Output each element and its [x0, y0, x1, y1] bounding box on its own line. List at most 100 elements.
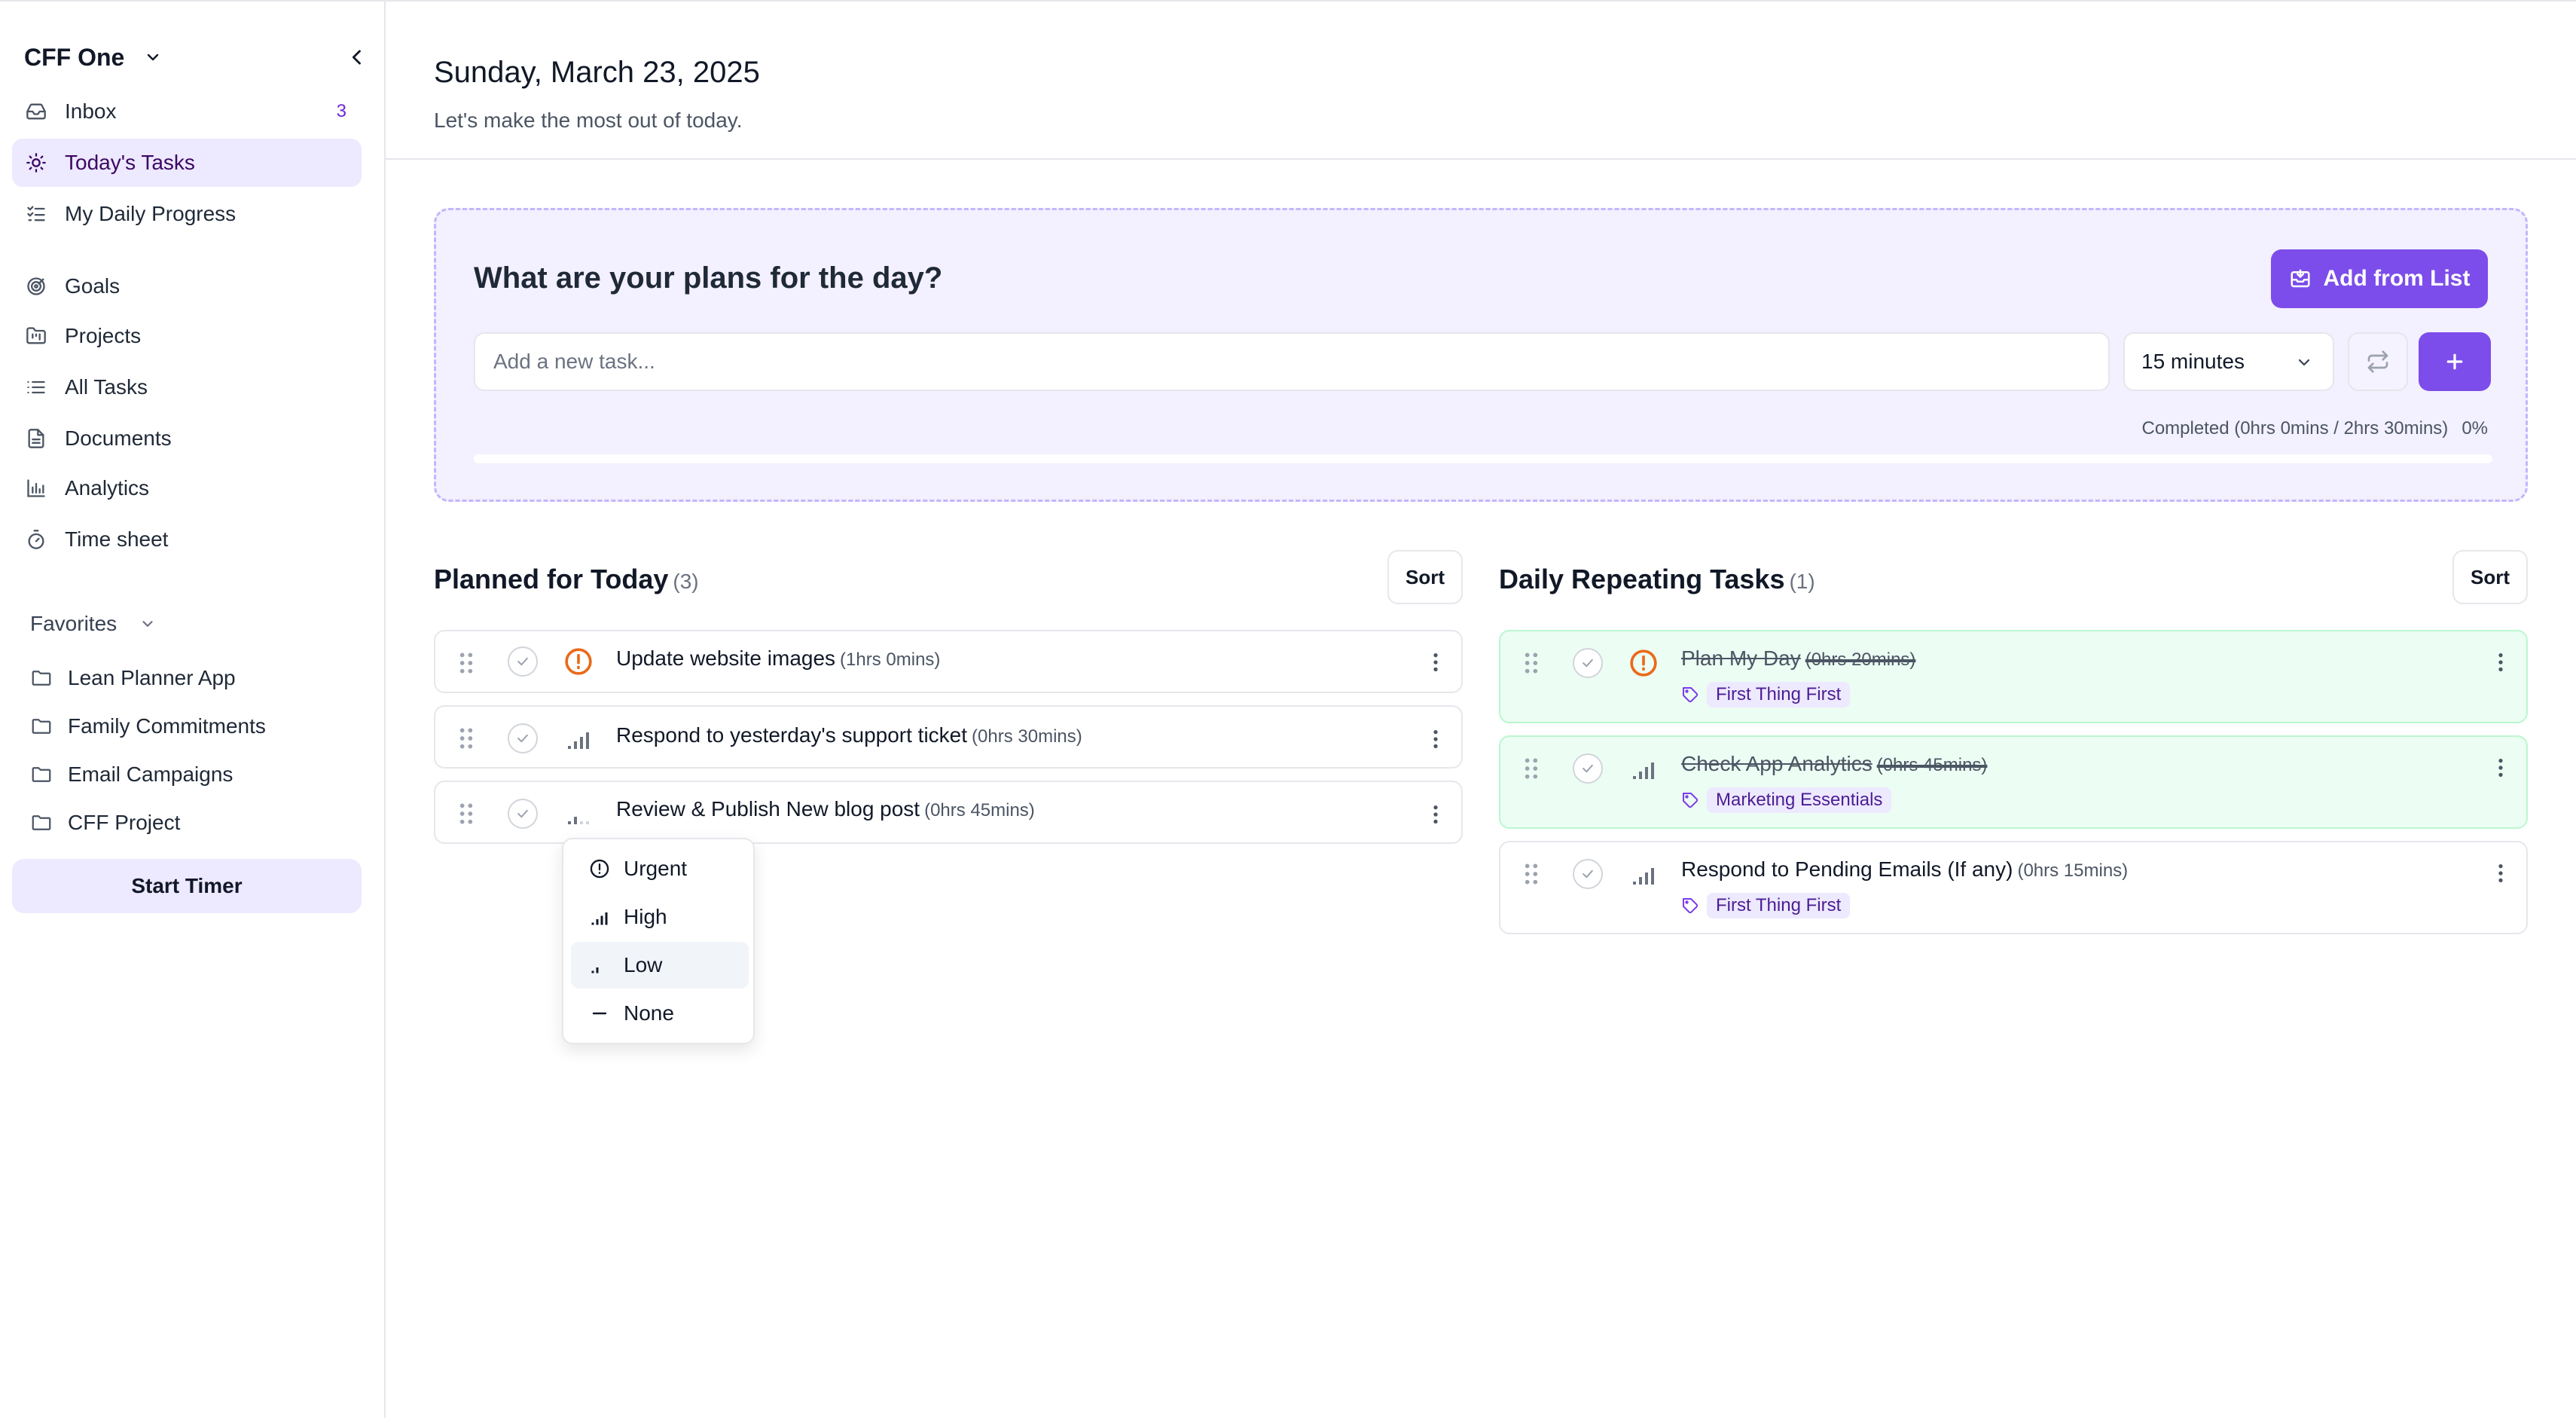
sidebar-item-label: All Tasks: [65, 375, 148, 399]
favorite-label: Lean Planner App: [68, 666, 236, 689]
complete-checkbox[interactable]: [508, 646, 538, 677]
sidebar-item-label: Time sheet: [65, 527, 169, 551]
sidebar-item-analytics[interactable]: Analytics: [12, 464, 362, 512]
plus-icon: [2443, 350, 2466, 373]
repeat-toggle-button[interactable]: [2348, 332, 2408, 391]
task-name: Respond to Pending Emails (If any): [1681, 857, 2013, 881]
new-task-input[interactable]: [474, 332, 2110, 391]
high-priority-icon[interactable]: [1628, 859, 1659, 889]
favorite-cff-project[interactable]: CFF Project: [30, 808, 180, 838]
task-duration: (0hrs 45mins): [924, 800, 1035, 821]
drag-handle-icon[interactable]: [1523, 756, 1540, 781]
favorite-email-campaigns[interactable]: Email Campaigns: [30, 759, 233, 790]
task-name: Update website images: [616, 646, 836, 670]
plans-title: What are your plans for the day?: [474, 261, 943, 295]
drag-handle-icon[interactable]: [1523, 862, 1540, 886]
drag-handle-icon[interactable]: [458, 651, 475, 675]
priority-option-low[interactable]: Low: [571, 942, 749, 989]
sidebar-item-inbox[interactable]: Inbox 3: [12, 87, 362, 136]
priority-option-label: Low: [624, 953, 663, 976]
sidebar-item-label: Goals: [65, 274, 121, 298]
page-title: Sunday, March 23, 2025: [434, 56, 760, 89]
completion-summary: Completed (0hrs 0mins / 2hrs 30mins) 0%: [2141, 418, 2488, 439]
daily-progress-bar: [474, 454, 2492, 463]
sidebar-item-todays-tasks[interactable]: Today's Tasks: [12, 139, 362, 187]
workspace-switcher[interactable]: CFF One: [24, 42, 368, 72]
urgent-icon[interactable]: [1628, 648, 1659, 678]
sidebar-item-all-tasks[interactable]: All Tasks: [12, 363, 362, 411]
favorites-header[interactable]: Favorites: [30, 610, 156, 637]
task-duration: (1hrs 0mins): [840, 649, 941, 670]
duration-select[interactable]: 15 minutes: [2123, 332, 2334, 391]
task-row[interactable]: Respond to Pending Emails (If any) (0hrs …: [1499, 841, 2528, 934]
complete-checkbox[interactable]: [1573, 648, 1603, 678]
task-row[interactable]: Check App Analytics (0hrs 45mins) Marketi…: [1499, 735, 2528, 829]
task-row[interactable]: Review & Publish New blog post (0hrs 45mi…: [434, 781, 1463, 844]
complete-checkbox[interactable]: [508, 723, 538, 753]
favorite-family-commitments[interactable]: Family Commitments: [30, 711, 266, 741]
tag-label: First Thing First: [1707, 682, 1851, 707]
more-options-icon[interactable]: [2498, 756, 2504, 779]
more-options-icon[interactable]: [1433, 651, 1439, 674]
sort-button[interactable]: Sort: [2452, 550, 2528, 604]
low-priority-icon[interactable]: [563, 799, 594, 829]
drag-handle-icon[interactable]: [1523, 651, 1540, 675]
task-tag[interactable]: First Thing First: [1681, 892, 1851, 919]
priority-option-urgent[interactable]: Urgent: [571, 845, 749, 892]
task-row[interactable]: Update website images (1hrs 0mins): [434, 630, 1463, 693]
add-from-list-label: Add from List: [2323, 266, 2471, 291]
complete-checkbox[interactable]: [508, 799, 538, 829]
task-duration: (0hrs 15mins): [2017, 860, 2129, 881]
collapse-sidebar-icon[interactable]: [346, 47, 368, 68]
more-options-icon[interactable]: [2498, 651, 2504, 674]
favorites-label: Favorites: [30, 612, 118, 635]
no-priority-icon: [588, 1001, 612, 1025]
add-task-button[interactable]: [2419, 332, 2491, 391]
drag-handle-icon[interactable]: [458, 726, 475, 750]
checklist-icon: [24, 202, 48, 226]
task-title: Respond to yesterday's support ticket (0h…: [616, 723, 1082, 747]
start-timer-button[interactable]: Start Timer: [12, 859, 362, 913]
section-title-text: Daily Repeating Tasks: [1499, 564, 1785, 594]
task-row[interactable]: Respond to yesterday's support ticket (0h…: [434, 705, 1463, 769]
sidebar-item-time-sheet[interactable]: Time sheet: [12, 515, 362, 564]
more-options-icon[interactable]: [1433, 803, 1439, 826]
sidebar-item-label: Projects: [65, 324, 142, 347]
section-title: Planned for Today (3): [434, 564, 699, 595]
urgent-icon[interactable]: [563, 646, 594, 677]
sidebar-item-projects[interactable]: Projects: [12, 312, 362, 360]
high-priority-icon[interactable]: [563, 723, 594, 753]
task-title: Update website images (1hrs 0mins): [616, 646, 940, 671]
complete-checkbox[interactable]: [1573, 859, 1603, 889]
task-tag[interactable]: First Thing First: [1681, 681, 1851, 708]
folder-kanban-icon: [24, 324, 48, 348]
task-duration: (0hrs 20mins): [1805, 649, 1916, 670]
sidebar: CFF One Inbox 3 Today's Tasks My Daily P…: [0, 0, 386, 1418]
complete-checkbox[interactable]: [1573, 753, 1603, 784]
task-row[interactable]: Plan My Day (0hrs 20mins) First Thing Fir…: [1499, 630, 2528, 723]
priority-option-label: High: [624, 905, 667, 928]
sidebar-item-documents[interactable]: Documents: [12, 414, 362, 463]
more-options-icon[interactable]: [1433, 728, 1439, 750]
task-name: Respond to yesterday's support ticket: [616, 723, 968, 747]
sort-button[interactable]: Sort: [1387, 550, 1463, 604]
favorite-lean-planner-app[interactable]: Lean Planner App: [30, 663, 236, 693]
drag-handle-icon[interactable]: [458, 802, 475, 826]
list-icon: [24, 375, 48, 399]
add-from-list-button[interactable]: Add from List: [2271, 249, 2488, 308]
favorite-label: Email Campaigns: [68, 762, 233, 786]
section-title-text: Planned for Today: [434, 564, 669, 594]
more-options-icon[interactable]: [2498, 862, 2504, 885]
priority-option-high[interactable]: High: [571, 894, 749, 940]
high-priority-icon: [588, 905, 612, 929]
folder-icon: [30, 667, 53, 689]
high-priority-icon[interactable]: [1628, 753, 1659, 784]
tag-icon: [1681, 897, 1699, 915]
task-duration: (0hrs 30mins): [972, 726, 1082, 747]
sidebar-item-my-daily-progress[interactable]: My Daily Progress: [12, 190, 362, 238]
task-title: Plan My Day (0hrs 20mins): [1681, 646, 1915, 671]
sidebar-item-goals[interactable]: Goals: [12, 262, 362, 310]
priority-option-none[interactable]: None: [571, 990, 749, 1037]
tag-label: Marketing Essentials: [1707, 787, 1892, 813]
task-tag[interactable]: Marketing Essentials: [1681, 787, 1892, 814]
